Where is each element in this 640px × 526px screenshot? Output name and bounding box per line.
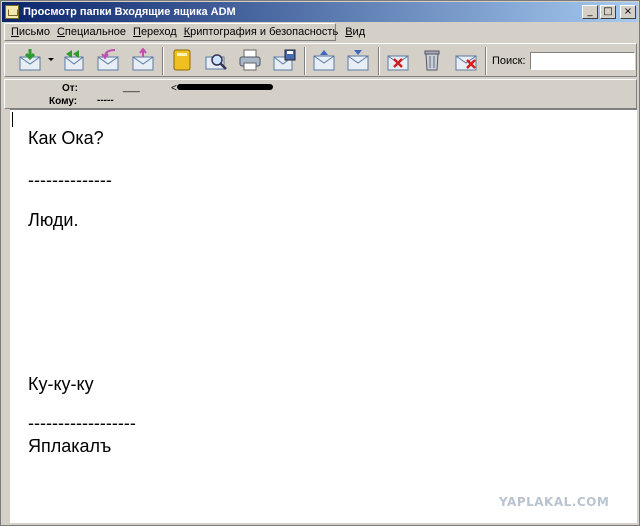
toolbar-separator xyxy=(485,47,487,75)
menu-bar: Письмо Специальное Переход Криптография … xyxy=(4,23,365,41)
previous-message-icon[interactable] xyxy=(311,48,337,72)
message-line: ------------------ xyxy=(28,413,136,433)
menu-letter[interactable]: Письмо xyxy=(11,26,50,38)
to-label: Кому: xyxy=(49,96,78,107)
find-icon[interactable] xyxy=(203,48,229,72)
message-body[interactable]: Как Ока? -------------- Люди. Ку-ку-ку -… xyxy=(10,109,637,523)
minimize-button[interactable]: _ xyxy=(582,5,598,19)
reply-icon[interactable] xyxy=(95,48,121,72)
address-book-icon[interactable] xyxy=(169,48,195,72)
toolbar-separator xyxy=(378,47,380,75)
maximize-button[interactable]: □ xyxy=(600,5,616,19)
search-input[interactable] xyxy=(530,52,635,70)
junk-icon[interactable] xyxy=(385,48,411,72)
window-title: Просмотр папки Входящие ящика ADM xyxy=(23,6,236,18)
search-label: Поиск: xyxy=(492,55,526,67)
close-button[interactable]: × xyxy=(620,5,636,19)
save-icon[interactable] xyxy=(271,48,297,72)
print-icon[interactable] xyxy=(237,48,263,72)
from-label: От: xyxy=(62,83,79,94)
menu-go[interactable]: Переход xyxy=(133,26,177,38)
message-line: Люди. xyxy=(28,210,79,230)
delete-icon[interactable] xyxy=(419,48,445,72)
to-value[interactable]: ----- xyxy=(97,95,114,106)
get-mail-icon[interactable] xyxy=(17,48,43,72)
forward-icon[interactable] xyxy=(130,48,156,72)
message-line: Ку-ку-ку xyxy=(28,374,94,394)
menu-crypto-security[interactable]: Криптография и безопасность xyxy=(184,26,338,38)
message-line: Яплакалъ xyxy=(28,436,112,456)
menu-view[interactable]: Вид xyxy=(345,26,365,38)
toolbar-separator xyxy=(162,47,164,75)
watermark: YAPLAKAL.COM xyxy=(499,495,610,509)
reply-all-icon[interactable] xyxy=(60,48,86,72)
text-caret xyxy=(12,112,13,127)
from-value[interactable]: ___ xyxy=(123,82,140,93)
envelope-icon xyxy=(5,5,19,19)
message-line: Как Ока? xyxy=(28,128,104,148)
redacted-address xyxy=(177,84,273,90)
get-mail-dropdown-icon[interactable] xyxy=(48,58,54,61)
message-headers: От: ___ < Кому: ----- xyxy=(4,79,637,109)
mail-window: Просмотр папки Входящие ящика ADM _ □ × … xyxy=(0,0,640,526)
from-address[interactable]: < xyxy=(171,83,177,94)
next-message-icon[interactable] xyxy=(345,48,371,72)
menu-special[interactable]: Специальное xyxy=(57,26,126,38)
toolbar: Поиск: xyxy=(4,43,637,77)
message-line: -------------- xyxy=(28,170,112,190)
title-bar[interactable]: Просмотр папки Входящие ящика ADM _ □ × xyxy=(2,2,638,22)
toolbar-separator xyxy=(304,47,306,75)
close-message-icon[interactable] xyxy=(453,48,479,72)
